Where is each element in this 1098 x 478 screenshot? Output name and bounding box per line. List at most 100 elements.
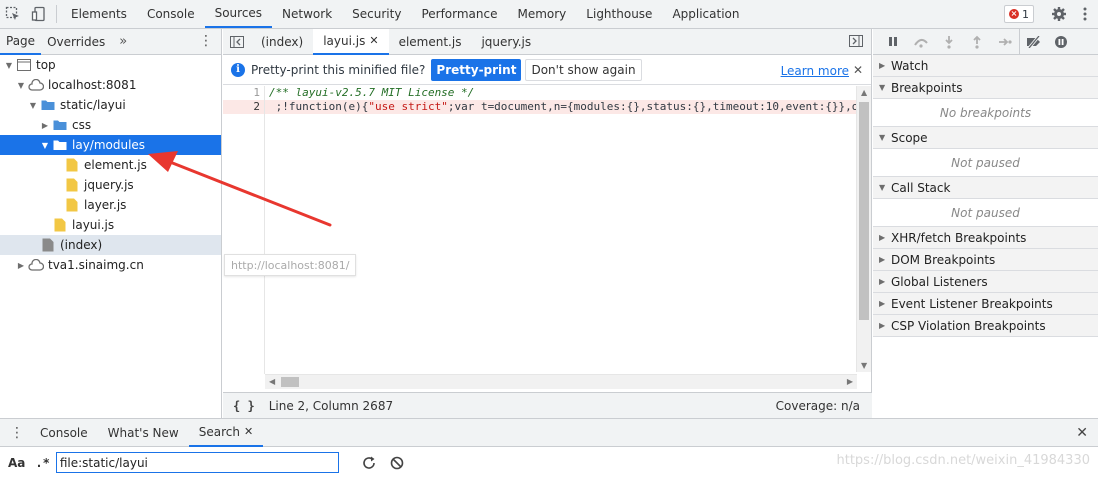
pause-on-exceptions-icon[interactable] [1047, 29, 1075, 55]
learn-more-link[interactable]: Learn more [781, 64, 849, 78]
tree-item[interactable]: element.js [0, 155, 221, 175]
section-header[interactable]: ▶ CSP Violation Breakpoints [873, 315, 1098, 337]
panel-tab-performance[interactable]: Performance [411, 0, 507, 28]
expanded-arrow-icon[interactable]: ▼ [28, 101, 38, 110]
tree-item[interactable]: layui.js [0, 215, 221, 235]
vertical-scroll-thumb[interactable] [859, 102, 869, 320]
section-title: CSP Violation Breakpoints [891, 318, 1046, 333]
horizontal-scroll-thumb[interactable] [281, 377, 299, 387]
scroll-down-arrow-icon[interactable]: ▼ [861, 361, 867, 370]
panel-tab-console[interactable]: Console [137, 0, 205, 28]
drawer-tab[interactable]: What's New [98, 419, 189, 447]
settings-gear-icon[interactable] [1046, 0, 1072, 28]
panel-tab-elements[interactable]: Elements [61, 0, 137, 28]
expanded-arrow-icon[interactable]: ▼ [16, 81, 26, 90]
step-icon[interactable] [991, 29, 1019, 55]
tree-item[interactable]: ▼ lay/modules [0, 135, 221, 155]
expanded-arrow-icon[interactable]: ▼ [4, 61, 14, 70]
pretty-print-button[interactable]: Pretty-print [431, 58, 522, 81]
scroll-up-arrow-icon[interactable]: ▲ [861, 88, 867, 97]
step-over-icon[interactable] [907, 29, 935, 55]
tab-page[interactable]: Page [0, 29, 42, 55]
more-tabs-chevron-icon[interactable]: » [111, 34, 135, 49]
horizontal-scrollbar[interactable]: ◀ ▶ [265, 374, 857, 389]
tree-item-label: top [36, 58, 56, 72]
step-into-icon[interactable] [935, 29, 963, 55]
editor-tab[interactable]: layui.js ✕ [313, 28, 389, 55]
debugger-toolbar [873, 28, 1098, 55]
dont-show-again-button[interactable]: Don't show again [525, 58, 642, 81]
tree-item[interactable]: ▶ css [0, 115, 221, 135]
section-header[interactable]: ▼ Scope [873, 127, 1098, 149]
tree-item[interactable]: layer.js [0, 195, 221, 215]
section-header[interactable]: ▶ Event Listener Breakpoints [873, 293, 1098, 315]
topbar-right: × 1 [1004, 0, 1098, 28]
error-count-badge[interactable]: × 1 [1004, 5, 1034, 23]
tree-item[interactable]: ▼ static/layui [0, 95, 221, 115]
close-tab-icon[interactable]: ✕ [369, 34, 378, 47]
tree-item-label: css [72, 118, 92, 132]
more-options-kebab-icon[interactable] [1072, 0, 1098, 28]
pause-icon[interactable] [879, 29, 907, 55]
navigator-menu-kebab-icon[interactable]: ⋮ [199, 34, 213, 48]
folder-icon [40, 98, 56, 112]
section-placeholder: Not paused [873, 149, 1098, 177]
close-tab-icon[interactable]: ✕ [244, 425, 253, 438]
section-header[interactable]: ▶ XHR/fetch Breakpoints [873, 227, 1098, 249]
tree-item[interactable]: ▶ tva1.sinaimg.cn [0, 255, 221, 275]
step-out-icon[interactable] [963, 29, 991, 55]
match-case-toggle[interactable]: Aa [8, 456, 25, 470]
panel-tab-network[interactable]: Network [272, 0, 342, 28]
editor-tab[interactable]: element.js [389, 29, 472, 55]
js-file-icon [64, 158, 80, 172]
tree-item[interactable]: jquery.js [0, 175, 221, 195]
tree-item-label: layui.js [72, 218, 115, 232]
scroll-left-arrow-icon[interactable]: ◀ [269, 377, 275, 386]
line-number[interactable]: 1 [223, 86, 264, 100]
device-toolbar-icon[interactable] [26, 0, 52, 28]
vertical-scrollbar[interactable]: ▲ ▼ [856, 86, 871, 372]
section-header[interactable]: ▶ DOM Breakpoints [873, 249, 1098, 271]
tree-item[interactable]: (index) [0, 235, 221, 255]
toggle-navigator-icon[interactable] [223, 29, 251, 55]
close-drawer-icon[interactable]: ✕ [1076, 425, 1088, 441]
line-number[interactable]: 2 [223, 100, 264, 114]
panel-tab-security[interactable]: Security [342, 0, 411, 28]
clear-search-icon[interactable] [389, 455, 405, 471]
close-infobar-icon[interactable]: ✕ [853, 63, 863, 77]
search-input[interactable] [55, 452, 339, 473]
code-area[interactable]: 1 2 /** layui-v2.5.7 MIT License */ ;!fu… [223, 86, 872, 374]
editor-tab[interactable]: jquery.js [471, 29, 541, 55]
refresh-icon[interactable] [361, 455, 377, 471]
section-header[interactable]: ▼ Call Stack [873, 177, 1098, 199]
panel-tab-lighthouse[interactable]: Lighthouse [576, 0, 662, 28]
drawer-tab[interactable]: Search ✕ [188, 419, 264, 447]
drawer-menu-kebab-icon[interactable]: ⋮ [0, 425, 30, 441]
pretty-print-braces-icon[interactable]: { } [233, 399, 255, 413]
section-title: XHR/fetch Breakpoints [891, 230, 1027, 245]
regex-toggle[interactable]: .* [35, 456, 49, 470]
panel-tab-application[interactable]: Application [662, 0, 749, 28]
collapsed-arrow-icon[interactable]: ▶ [16, 261, 26, 270]
scroll-right-arrow-icon[interactable]: ▶ [847, 377, 853, 386]
panel-tab-sources[interactable]: Sources [204, 0, 273, 28]
panel-tab-memory[interactable]: Memory [507, 0, 576, 28]
tree-item[interactable]: ▼ localhost:8081 [0, 75, 221, 95]
editor-tab[interactable]: (index) [251, 29, 313, 55]
expanded-arrow-icon: ▼ [879, 133, 886, 142]
error-icon: × [1009, 9, 1019, 19]
section-header[interactable]: ▼ Breakpoints [873, 77, 1098, 99]
section-header[interactable]: ▶ Global Listeners [873, 271, 1098, 293]
drawer-tab[interactable]: Console [30, 419, 98, 447]
inspect-element-icon[interactable] [0, 0, 26, 28]
collapsed-arrow-icon[interactable]: ▶ [40, 121, 50, 130]
editor-tab-bar: (index) layui.js ✕ element.js jquery.js [223, 28, 871, 55]
deactivate-breakpoints-icon[interactable] [1019, 28, 1047, 55]
devtools-tab-bar: Elements Console Sources Network Security Per… [0, 0, 1098, 29]
tree-item[interactable]: ▼ top [0, 55, 221, 75]
toggle-debugger-icon[interactable] [849, 35, 863, 50]
section-placeholder: No breakpoints [873, 99, 1098, 127]
tab-overrides[interactable]: Overrides [41, 29, 111, 55]
expanded-arrow-icon[interactable]: ▼ [40, 141, 50, 150]
section-header[interactable]: ▶ Watch [873, 55, 1098, 77]
